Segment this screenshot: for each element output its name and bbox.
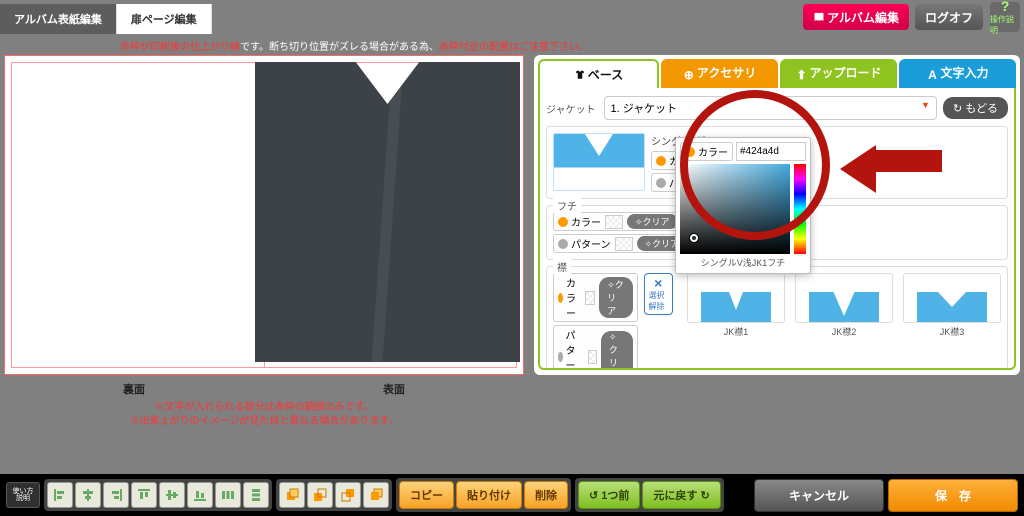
cancel-button[interactable]: キャンセル — [754, 479, 884, 512]
color-picker-popup: カラー シングルV浅JK1フチ — [675, 137, 811, 274]
edit-group: コピー 貼り付け 削除 — [396, 478, 571, 512]
eri-section: 襟 カラー✧クリア パターン✧クリア ×選択解除 JK襟1 JK襟2 JK襟3 — [546, 266, 1008, 370]
help-button[interactable]: ?操作説明 — [990, 2, 1020, 32]
color-label: カラー — [680, 142, 733, 161]
footer-note: ※文字が入れられる部分は赤枠の範囲のみです。※出来上がりのイメージが見た目と異な… — [4, 401, 524, 429]
align-bottom-icon[interactable] — [187, 482, 213, 508]
design-canvas[interactable] — [4, 55, 524, 375]
distribute-v-icon[interactable] — [243, 482, 269, 508]
upload-icon: ⬆ — [795, 68, 807, 80]
send-backward-icon[interactable] — [335, 482, 361, 508]
reload-icon: ↻ — [953, 103, 962, 115]
align-left-icon[interactable] — [47, 482, 73, 508]
hex-input[interactable] — [736, 142, 806, 161]
fuchi-color[interactable]: カラー✧クリア — [553, 212, 692, 231]
redo-button[interactable]: 元に戻す ↻ — [642, 481, 720, 509]
tab-upload[interactable]: ⬆アップロード — [780, 59, 897, 88]
send-back-icon[interactable] — [363, 482, 389, 508]
copy-button[interactable]: コピー — [399, 481, 454, 509]
tab-accessory[interactable]: ⊕アクセサリ — [661, 59, 778, 88]
logoff-button[interactable]: ログオフ — [915, 4, 983, 30]
paste-button[interactable]: 貼り付け — [456, 481, 522, 509]
plus-icon: ⊕ — [683, 68, 695, 80]
fuchi-heading: フチ — [553, 198, 581, 213]
align-group — [44, 479, 272, 511]
align-hcenter-icon[interactable] — [75, 482, 101, 508]
back-button[interactable]: ↻ もどる — [943, 97, 1008, 119]
sparkle-icon: ✧ — [645, 239, 653, 249]
eri-pattern[interactable]: パターン✧クリア — [553, 325, 638, 370]
top-bar: アルバム表紙編集 扉ページ編集 アルバム編集 ログオフ ?操作説明 — [0, 0, 1024, 34]
clear-button[interactable]: ✧クリア — [599, 277, 632, 318]
sparkle-icon: ✧ — [635, 217, 643, 227]
clear-button[interactable]: ✧クリア — [601, 331, 633, 370]
align-vcenter-icon[interactable] — [159, 482, 185, 508]
picker-cursor[interactable] — [690, 234, 698, 242]
bring-front-icon[interactable] — [279, 482, 305, 508]
jacket-shape[interactable] — [255, 62, 520, 362]
jacket-select[interactable]: 1. ジャケット▼ — [604, 96, 937, 120]
clear-button[interactable]: ✧クリア — [627, 214, 678, 229]
history-group: ↺ 1つ前 元に戻す ↻ — [575, 478, 724, 512]
distribute-h-icon[interactable] — [215, 482, 241, 508]
label-front: 表面 — [383, 381, 405, 397]
undo-icon: ↺ — [589, 490, 598, 502]
book-icon — [813, 11, 825, 23]
eri-heading: 襟 — [553, 259, 571, 274]
help-icon: ? — [1001, 0, 1010, 14]
bottom-toolbar: 使い方説明 コピー 貼り付け 削除 ↺ 1つ前 元に戻す ↻ キャンセル 保 存 — [0, 474, 1024, 516]
album-edit-button[interactable]: アルバム編集 — [803, 4, 909, 30]
close-icon: × — [654, 276, 662, 290]
save-button[interactable]: 保 存 — [888, 479, 1018, 512]
collar-option-2[interactable]: JK襟2 — [795, 273, 893, 338]
collar-option-3[interactable]: JK襟3 — [903, 273, 1001, 338]
side-panel: ベース ⊕アクセサリ ⬆アップロード A文字入力 ジャケット 1. ジャケット▼… — [534, 55, 1020, 375]
text-icon: A — [926, 68, 938, 80]
jacket-heading: ジャケット — [546, 101, 596, 116]
tab-base[interactable]: ベース — [538, 59, 659, 88]
popup-label: シングルV浅JK1フチ — [680, 256, 806, 269]
canvas-area: 裏面 表面 ※文字が入れられる部分は赤枠の範囲のみです。※出来上がりのイメージが… — [4, 55, 524, 429]
align-top-icon[interactable] — [131, 482, 157, 508]
redo-icon: ↻ — [700, 490, 709, 502]
sparkle-icon: ✧ — [607, 280, 615, 290]
jacket-thumb[interactable] — [553, 133, 645, 191]
delete-button[interactable]: 削除 — [524, 481, 568, 509]
layer-group — [276, 479, 392, 511]
bring-forward-icon[interactable] — [307, 482, 333, 508]
warning-text: 赤枠が印刷後の仕上がり線です。断ち切り位置がズレる場合がある為、赤枠付近の配置は… — [120, 38, 1024, 53]
sparkle-icon: ✧ — [609, 332, 617, 342]
tab-page-edit[interactable]: 扉ページ編集 — [117, 4, 212, 34]
undo-button[interactable]: ↺ 1つ前 — [578, 481, 640, 509]
hue-slider[interactable] — [794, 164, 806, 254]
jacket-section: シングルV浅JK1ベ カラー パターン カラー シングルV浅JK1フチ — [546, 126, 1008, 199]
tshirt-icon — [574, 69, 586, 81]
tab-cover-edit[interactable]: アルバム表紙編集 — [0, 4, 117, 34]
howto-button[interactable]: 使い方説明 — [6, 482, 40, 508]
deselect-button[interactable]: ×選択解除 — [644, 273, 673, 315]
tab-text[interactable]: A文字入力 — [899, 59, 1016, 88]
fuchi-pattern[interactable]: パターン✧クリア — [553, 234, 692, 253]
chevron-down-icon: ▼ — [921, 100, 930, 116]
saturation-field[interactable] — [680, 164, 790, 254]
align-right-icon[interactable] — [103, 482, 129, 508]
eri-color[interactable]: カラー✧クリア — [553, 273, 638, 322]
collar-option-1[interactable]: JK襟1 — [687, 273, 785, 338]
label-back: 裏面 — [123, 381, 145, 397]
